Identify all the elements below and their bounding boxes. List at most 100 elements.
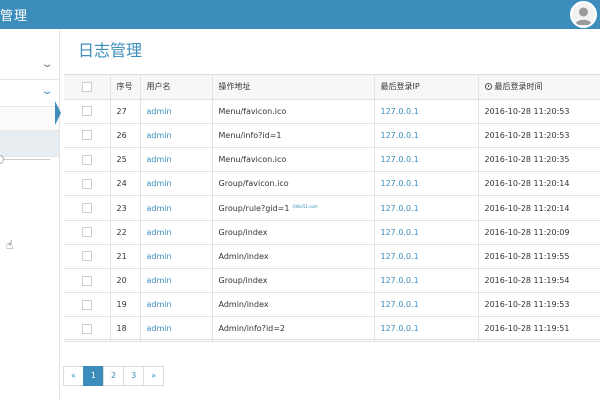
table-header-row: 序号 用户名 操作地址 最后登录IP 最后登录时间 bbox=[64, 75, 600, 100]
cell-time: 2016-10-28 11:19:55 bbox=[478, 244, 600, 270]
top-navbar: 管理 bbox=[0, 0, 600, 29]
pagination-prev-button[interactable]: « bbox=[63, 366, 84, 386]
cell-url: Admin/index bbox=[212, 244, 375, 270]
cell-user-link[interactable]: admin bbox=[140, 292, 213, 318]
table-row: 26 admin Menu/info?id=1 127.0.0.1 2016-1… bbox=[64, 123, 600, 149]
cell-user-link[interactable]: admin bbox=[140, 268, 213, 294]
pagination-page-1[interactable]: 1 bbox=[82, 366, 104, 386]
page-title: 日志管理 bbox=[78, 41, 143, 60]
cell-user-link[interactable]: admin bbox=[140, 316, 213, 342]
pagination-page-3[interactable]: 3 bbox=[123, 366, 145, 386]
row-checkbox[interactable] bbox=[64, 316, 111, 342]
cell-ip-link[interactable]: 127.0.0.1 bbox=[374, 244, 479, 270]
row-checkbox[interactable] bbox=[64, 268, 111, 294]
cell-ip-link[interactable]: 127.0.0.1 bbox=[374, 147, 479, 173]
cell-user-link[interactable]: admin bbox=[140, 195, 213, 221]
select-all-checkbox[interactable] bbox=[64, 75, 111, 100]
pagination-next-button[interactable]: » bbox=[143, 366, 165, 386]
row-checkbox[interactable] bbox=[64, 171, 111, 197]
column-header-id: 序号 bbox=[110, 75, 141, 100]
cell-id: 23 bbox=[110, 195, 141, 221]
table-row: 18 admin Admin/info?id=2 127.0.0.1 2016-… bbox=[64, 316, 600, 342]
cell-time: 2016-10-28 11:20:14 bbox=[478, 171, 600, 197]
sidebar-item-collapsed[interactable]: ⌄ bbox=[0, 53, 59, 80]
row-checkbox[interactable] bbox=[64, 195, 111, 221]
table-row: 23 admin Group/rule?gid=1 Ohlle51.com 127… bbox=[64, 195, 600, 221]
cell-id: 22 bbox=[110, 220, 141, 245]
cell-ip-link[interactable]: 127.0.0.1 bbox=[374, 316, 479, 342]
cell-time: 2016-10-28 11:20:14 bbox=[478, 195, 600, 221]
clock-icon bbox=[484, 83, 492, 91]
cell-time: 2016-10-28 11:19:53 bbox=[478, 292, 600, 318]
cell-time: 2016-10-28 11:19:54 bbox=[478, 268, 600, 294]
cell-id: 24 bbox=[110, 171, 141, 197]
cell-user-link[interactable]: admin bbox=[140, 171, 213, 197]
row-checkbox[interactable] bbox=[64, 220, 111, 245]
row-checkbox[interactable] bbox=[64, 123, 111, 149]
cell-time: 2016-10-28 11:20:53 bbox=[478, 99, 600, 124]
user-avatar-icon[interactable] bbox=[570, 1, 597, 28]
sidebar-subitem[interactable] bbox=[0, 107, 59, 131]
cell-user-link[interactable]: admin bbox=[140, 244, 213, 270]
cell-url: Admin/index bbox=[212, 292, 375, 318]
watermark-text: Ohlle51.com bbox=[292, 203, 318, 209]
column-header-time: 最后登录时间 bbox=[478, 75, 600, 100]
cell-user-link[interactable]: admin bbox=[140, 220, 213, 245]
cell-url: Menu/favicon.ico bbox=[212, 99, 375, 124]
cell-time: 2016-10-28 11:20:09 bbox=[478, 220, 600, 245]
cell-id: 26 bbox=[110, 123, 141, 149]
cell-url: Menu/favicon.ico bbox=[212, 147, 375, 173]
cell-id: 25 bbox=[110, 147, 141, 173]
cell-time: 2016-10-28 11:20:35 bbox=[478, 147, 600, 173]
cell-user-link[interactable]: admin bbox=[140, 99, 213, 124]
cell-id: 20 bbox=[110, 268, 141, 294]
hand-cursor-icon: ☝ bbox=[6, 238, 14, 252]
column-header-user: 用户名 bbox=[140, 75, 213, 100]
cell-ip-link[interactable]: 127.0.0.1 bbox=[374, 195, 479, 221]
cell-user-link[interactable]: admin bbox=[140, 147, 213, 173]
row-checkbox[interactable] bbox=[64, 244, 111, 270]
cell-ip-link[interactable]: 127.0.0.1 bbox=[374, 268, 479, 294]
log-table: 序号 用户名 操作地址 最后登录IP 最后登录时间 27 admin Menu/… bbox=[64, 74, 600, 342]
chevron-down-icon: ⌄ bbox=[40, 59, 54, 70]
row-checkbox[interactable] bbox=[64, 292, 111, 318]
sidebar-scroll-handle[interactable] bbox=[0, 155, 4, 164]
table-row: 25 admin Menu/favicon.ico 127.0.0.1 2016… bbox=[64, 147, 600, 173]
table-row: 27 admin Menu/favicon.ico 127.0.0.1 2016… bbox=[64, 99, 600, 124]
column-header-ip: 最后登录IP bbox=[374, 75, 479, 100]
cell-id: 27 bbox=[110, 99, 141, 124]
sidebar-scroll-track[interactable] bbox=[0, 159, 50, 160]
cell-url: Menu/info?id=1 bbox=[212, 123, 375, 149]
table-row: 22 admin Group/index 127.0.0.1 2016-10-2… bbox=[64, 220, 600, 245]
cell-url: Group/index bbox=[212, 268, 375, 294]
active-indicator-arrow bbox=[55, 101, 61, 125]
cell-user-link[interactable]: admin bbox=[140, 123, 213, 149]
cell-id: 21 bbox=[110, 244, 141, 270]
cell-url: Group/rule?gid=1 Ohlle51.com bbox=[212, 195, 375, 221]
table-row: 24 admin Group/favicon.ico 127.0.0.1 201… bbox=[64, 171, 600, 197]
row-checkbox[interactable] bbox=[64, 99, 111, 124]
row-checkbox[interactable] bbox=[64, 147, 111, 173]
table-row: 20 admin Group/index 127.0.0.1 2016-10-2… bbox=[64, 268, 600, 294]
cell-time: 2016-10-28 11:20:53 bbox=[478, 123, 600, 149]
cell-ip-link[interactable]: 127.0.0.1 bbox=[374, 171, 479, 197]
chevron-down-icon: ⌄ bbox=[40, 86, 54, 97]
pagination-page-2[interactable]: 2 bbox=[103, 366, 125, 386]
cell-ip-link[interactable]: 127.0.0.1 bbox=[374, 292, 479, 318]
cell-id: 18 bbox=[110, 316, 141, 342]
sidebar-item-expanded[interactable]: ⌄ bbox=[0, 80, 59, 107]
app-title: 管理 bbox=[0, 9, 29, 24]
cell-ip-link[interactable]: 127.0.0.1 bbox=[374, 99, 479, 124]
sidebar: ⌄ ⌄ ☝ bbox=[0, 29, 60, 400]
cell-url: Group/index bbox=[212, 220, 375, 245]
cell-ip-link[interactable]: 127.0.0.1 bbox=[374, 123, 479, 149]
table-row: 19 admin Admin/index 127.0.0.1 2016-10-2… bbox=[64, 292, 600, 318]
cell-url: Admin/info?id=2 bbox=[212, 316, 375, 342]
column-header-url: 操作地址 bbox=[212, 75, 375, 100]
pagination: « 1 2 3 » bbox=[63, 366, 165, 386]
cell-ip-link[interactable]: 127.0.0.1 bbox=[374, 220, 479, 245]
cell-id: 19 bbox=[110, 292, 141, 318]
cell-time: 2016-10-28 11:19:51 bbox=[478, 316, 600, 342]
cell-url: Group/favicon.ico bbox=[212, 171, 375, 197]
sidebar-subitem-active[interactable]: ☝ bbox=[0, 131, 59, 252]
